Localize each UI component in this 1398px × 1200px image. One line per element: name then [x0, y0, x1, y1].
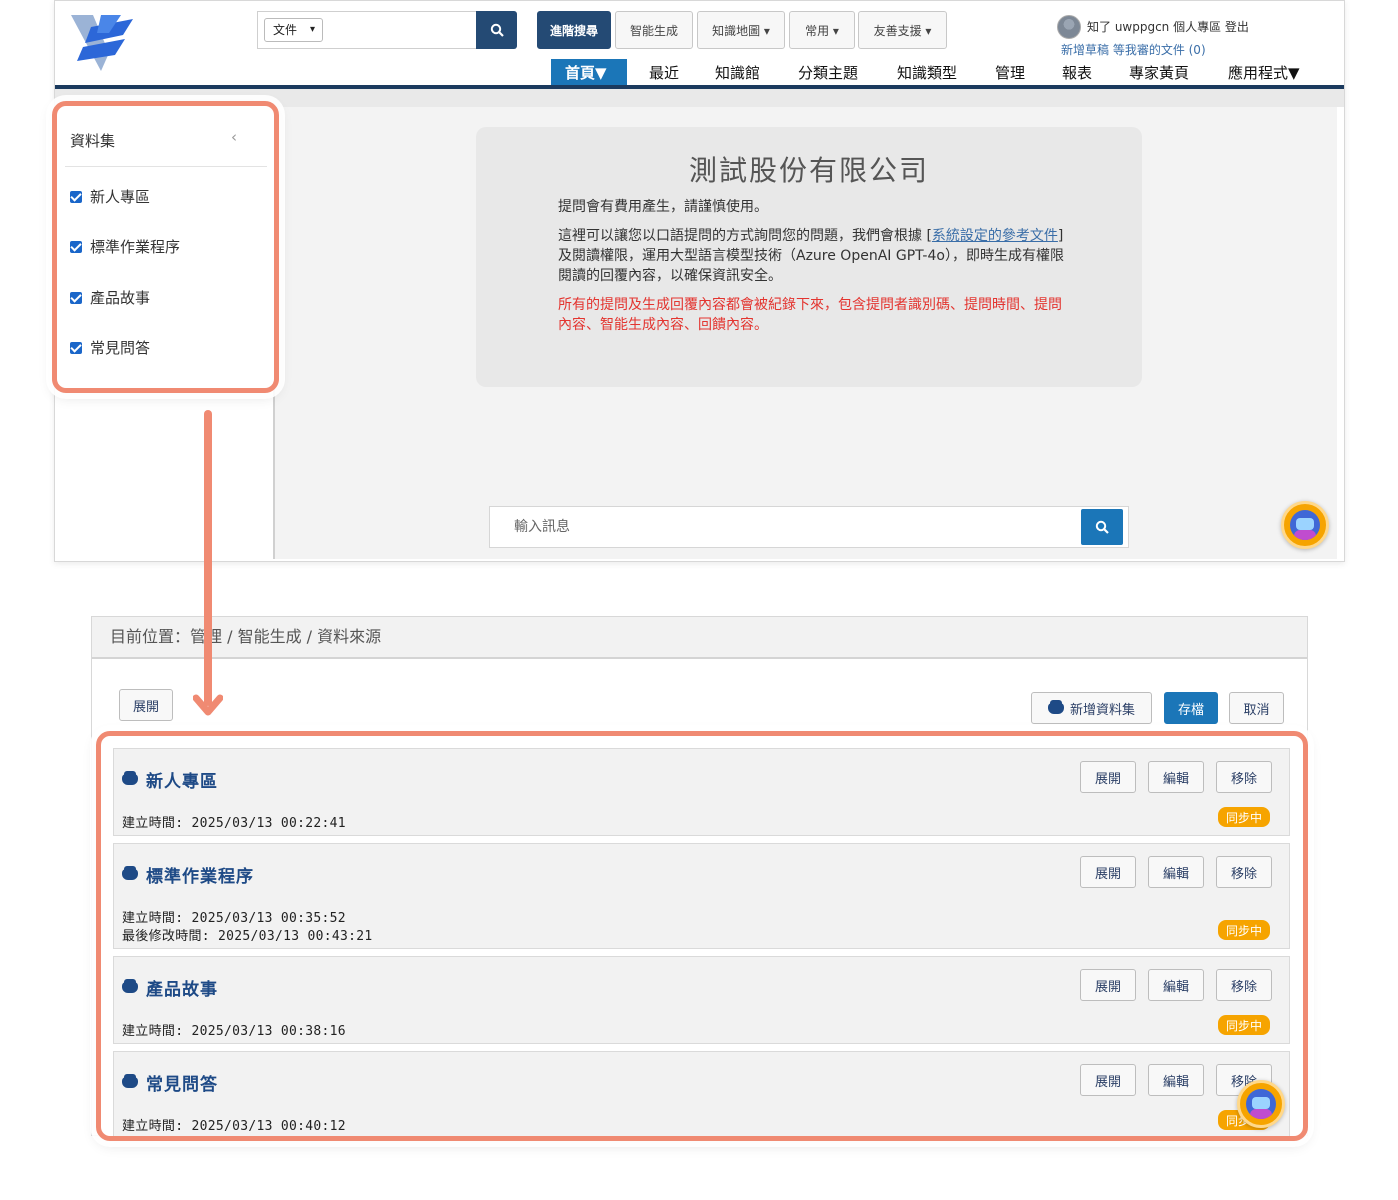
dataset-option-label: 常見問答 [90, 339, 151, 357]
dataset-name-text: 產品故事 [146, 980, 218, 1000]
expand-button[interactable]: 展開 [1080, 969, 1136, 1001]
bot-icon[interactable] [1237, 1080, 1285, 1128]
cancel-button[interactable]: 取消 [1229, 692, 1284, 724]
user-links[interactable]: 新增草稿 等我審的文件 (0) [1061, 41, 1206, 58]
dataset-panel-title: 資料集 [70, 132, 116, 150]
dataset-list: 新人專區 建立時間: 2025/03/13 00:22:41 展開 編輯 移除 … [96, 731, 1308, 1141]
knowledge-map-menu[interactable]: 知識地圖 ▾ [697, 11, 785, 49]
ai-generate-button[interactable]: 智能生成 [615, 11, 693, 49]
dataset-name[interactable]: 產品故事 [122, 975, 218, 1000]
nav-apps[interactable]: 應用程式▼ [1214, 59, 1314, 87]
dataset-name[interactable]: 常見問答 [122, 1070, 218, 1095]
dataset-created-time: 建立時間: 2025/03/13 00:40:12 [122, 1119, 346, 1134]
remove-button[interactable]: 移除 [1216, 969, 1272, 1001]
sync-status-badge: 同步中 [1218, 807, 1270, 827]
sync-status-badge: 同步中 [1218, 920, 1270, 940]
breadcrumb: 目前位置：管理 / 智能生成 / 資料來源 [92, 617, 1307, 659]
user-info[interactable]: 知了 uwppgcn 個人專區 登出 [1087, 18, 1249, 35]
dataset-name-text: 常見問答 [146, 1075, 218, 1095]
edit-button[interactable]: 編輯 [1148, 969, 1204, 1001]
cost-notice: 提問會有費用產生，請謹慎使用。 [558, 199, 768, 215]
remove-button[interactable]: 移除 [1216, 856, 1272, 888]
dataset-option-label: 新人專區 [90, 188, 151, 206]
dataset-option[interactable]: 新人專區 [70, 186, 150, 207]
expand-all-button[interactable]: 展開 [119, 689, 173, 721]
intro-card: 測試股份有限公司 提問會有費用產生，請謹慎使用。 這裡可以讓您以口語提問的方式詢… [476, 127, 1142, 387]
nav-admin[interactable]: 管理 [981, 59, 1039, 87]
chat-input[interactable]: 輸入訊息 [489, 506, 1129, 548]
search-icon [490, 23, 504, 37]
checkbox-checked-icon[interactable] [70, 240, 82, 253]
dataset-card: 標準作業程序 建立時間: 2025/03/13 00:35:52 最後修改時間:… [113, 843, 1290, 949]
dataset-option[interactable]: 產品故事 [70, 287, 150, 308]
nav-types[interactable]: 知識類型 [883, 59, 971, 87]
bot-icon[interactable] [1281, 501, 1329, 549]
company-title: 測試股份有限公司 [688, 154, 929, 187]
expand-button[interactable]: 展開 [1080, 1064, 1136, 1096]
connector-arrow-line [204, 410, 212, 706]
dataset-modified-time: 最後修改時間: 2025/03/13 00:43:21 [122, 929, 373, 944]
dataset-option-label: 標準作業程序 [90, 238, 181, 256]
dataset-option-label: 產品故事 [90, 289, 151, 307]
sync-status-badge: 同步中 [1218, 1015, 1270, 1035]
support-menu[interactable]: 友善支援 ▾ [858, 11, 947, 49]
checkbox-checked-icon[interactable] [70, 190, 82, 203]
add-dataset-label: 新增資料集 [1069, 702, 1135, 718]
main-nav: 首頁▼ 最近 知識館 分類主題 知識類型 管理 報表 專家黃頁 應用程式▼ [55, 57, 1344, 87]
dataset-card: 產品故事 建立時間: 2025/03/13 00:38:16 展開 編輯 移除 … [113, 956, 1290, 1044]
dataset-card: 新人專區 建立時間: 2025/03/13 00:22:41 展開 編輯 移除 … [113, 748, 1290, 836]
dataset-created-time: 建立時間: 2025/03/13 00:22:41 [122, 816, 346, 831]
search-button[interactable] [476, 11, 517, 49]
expand-button[interactable]: 展開 [1080, 856, 1136, 888]
dataset-option[interactable]: 常見問答 [70, 337, 150, 358]
nav-home[interactable]: 首頁▼ [551, 59, 627, 87]
search-type-select[interactable]: 文件 [264, 18, 323, 42]
edit-button[interactable]: 編輯 [1148, 761, 1204, 793]
collapse-icon[interactable]: ‹ [231, 128, 237, 146]
chat-send-button[interactable] [1081, 509, 1123, 545]
dataset-name[interactable]: 標準作業程序 [122, 862, 254, 887]
reference-docs-link[interactable]: 系統設定的參考文件 [932, 228, 1058, 244]
expand-button[interactable]: 展開 [1080, 761, 1136, 793]
search-icon [1095, 520, 1109, 534]
panel-divider [65, 166, 267, 167]
database-icon [122, 979, 138, 993]
avatar[interactable] [1057, 15, 1081, 39]
edit-button[interactable]: 編輯 [1148, 1064, 1204, 1096]
usage-description: 這裡可以讓您以口語提問的方式詢問您的問題，我們會根據 [系統設定的參考文件] 及… [558, 226, 1068, 286]
nav-library[interactable]: 知識館 [701, 59, 774, 87]
common-menu[interactable]: 常用 ▾ [789, 11, 855, 49]
nav-experts[interactable]: 專家黃頁 [1115, 59, 1203, 87]
database-icon [122, 771, 138, 785]
dataset-option[interactable]: 標準作業程序 [70, 236, 180, 257]
remove-button[interactable]: 移除 [1216, 761, 1272, 793]
search-box[interactable]: 文件 [257, 11, 478, 49]
logging-warning: 所有的提問及生成回覆內容都會被紀錄下來，包含提問者識別碼、提問時間、提問內容、智… [558, 297, 1062, 333]
database-icon [122, 866, 138, 880]
edit-button[interactable]: 編輯 [1148, 856, 1204, 888]
nav-recent[interactable]: 最近 [635, 59, 693, 87]
dataset-name-text: 標準作業程序 [146, 867, 254, 887]
dataset-name-text: 新人專區 [146, 772, 218, 792]
checkbox-checked-icon[interactable] [70, 291, 82, 304]
dataset-name[interactable]: 新人專區 [122, 767, 218, 792]
arrow-down-icon [193, 694, 223, 716]
usage-text-pre: 這裡可以讓您以口語提問的方式詢問您的問題，我們會根據 [ [558, 228, 932, 244]
dataset-card: 常見問答 建立時間: 2025/03/13 00:40:12 展開 編輯 移除 … [113, 1051, 1290, 1136]
dataset-created-time: 建立時間: 2025/03/13 00:38:16 [122, 1024, 346, 1039]
save-button[interactable]: 存檔 [1164, 692, 1218, 724]
database-icon [122, 1074, 138, 1088]
dataset-panel: 資料集 ‹ 新人專區 標準作業程序 產品故事 常見問答 [52, 101, 279, 393]
advanced-search-button[interactable]: 進階搜尋 [537, 11, 611, 49]
checkbox-checked-icon[interactable] [70, 341, 82, 354]
nav-topics[interactable]: 分類主題 [784, 59, 872, 87]
database-icon [1047, 699, 1064, 714]
dataset-created-time: 建立時間: 2025/03/13 00:35:52 [122, 911, 346, 926]
add-dataset-button[interactable]: 新增資料集 [1031, 692, 1152, 724]
nav-reports[interactable]: 報表 [1048, 59, 1106, 87]
